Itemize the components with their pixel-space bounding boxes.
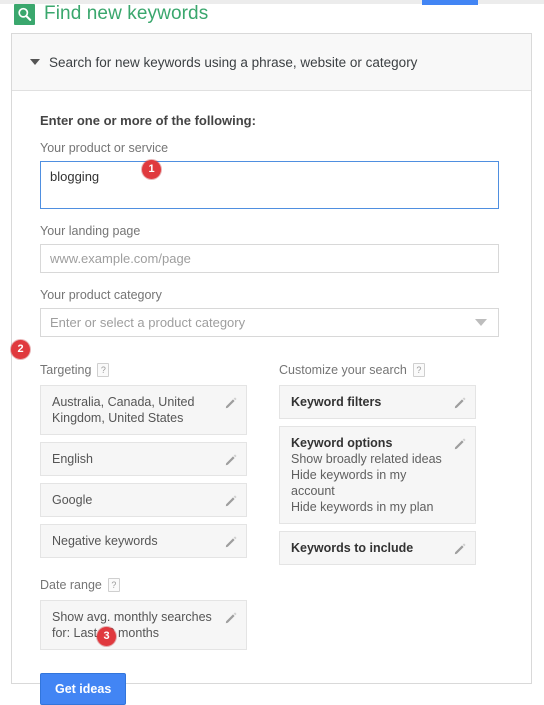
customize-search-column: Customize your search ? Keyword filters … — [279, 362, 476, 657]
date-range-help-icon[interactable]: ? — [107, 578, 120, 592]
landing-page-input[interactable]: www.example.com/page — [40, 244, 499, 273]
panel-header[interactable]: Search for new keywords using a phrase, … — [12, 34, 531, 91]
pencil-icon[interactable] — [453, 395, 467, 409]
pencil-icon[interactable] — [224, 452, 238, 466]
customize-search-heading: Customize your search ? — [279, 362, 476, 378]
keyword-options-label: Keyword options — [291, 436, 393, 450]
targeting-tile-language-label: English — [52, 452, 93, 466]
keywords-to-include-tile[interactable]: Keywords to include — [279, 531, 476, 565]
pencil-icon[interactable] — [224, 395, 238, 409]
keyword-option-hide-in-plan: Hide keywords in my plan — [291, 500, 434, 514]
date-range-title: Date range — [40, 578, 102, 592]
panel-body: Enter one or more of the following: Your… — [12, 91, 531, 705]
targeting-title: Targeting — [40, 363, 92, 377]
keyword-options-tile[interactable]: Keyword options Show broadly related ide… — [279, 426, 476, 524]
form-intro: Enter one or more of the following: — [40, 113, 256, 128]
page-title: Find new keywords — [44, 3, 209, 24]
caret-down-icon[interactable] — [30, 59, 40, 65]
product-category-label: Your product category — [40, 288, 162, 302]
product-or-service-label: Your product or service — [40, 141, 169, 155]
product-category-select[interactable]: Enter or select a product category — [40, 308, 499, 337]
keywords-to-include-label: Keywords to include — [291, 541, 414, 555]
date-range-tile-label: Show avg. monthly searches for: Last 12 … — [52, 610, 212, 640]
annotation-badge-3: 3 — [97, 627, 116, 646]
get-ideas-button[interactable]: Get ideas — [40, 673, 127, 705]
targeting-heading: Targeting ? — [40, 362, 247, 378]
panel-header-label: Search for new keywords using a phrase, … — [49, 54, 418, 70]
targeting-column: Targeting ? Australia, Canada, United Ki… — [40, 362, 247, 657]
pencil-icon[interactable] — [224, 610, 238, 624]
keyword-filters-tile[interactable]: Keyword filters — [279, 385, 476, 419]
page-title-row: Find new keywords — [14, 3, 208, 25]
keyword-option-broadly-related: Show broadly related ideas — [291, 452, 442, 466]
targeting-tile-network-label: Google — [52, 493, 93, 507]
targeting-help-icon[interactable]: ? — [97, 363, 110, 377]
targeting-tile-locations[interactable]: Australia, Canada, United Kingdom, Unite… — [40, 385, 247, 435]
keyword-filters-label: Keyword filters — [291, 395, 382, 409]
targeting-tile-negative-keywords-label: Negative keywords — [52, 534, 158, 548]
date-range-tile[interactable]: Show avg. monthly searches for: Last 12 … — [40, 600, 247, 650]
active-tab-indicator — [422, 0, 478, 5]
landing-page-label: Your landing page — [40, 224, 141, 238]
find-new-keywords-panel: Search for new keywords using a phrase, … — [11, 33, 532, 705]
pencil-icon[interactable] — [453, 541, 467, 555]
targeting-tile-language[interactable]: English — [40, 442, 247, 476]
chevron-down-icon[interactable] — [475, 319, 487, 326]
targeting-tile-network[interactable]: Google — [40, 483, 247, 517]
annotation-badge-2: 2 — [11, 340, 30, 359]
customize-search-title: Customize your search — [279, 363, 407, 377]
actions-row: Get ideas — [40, 673, 503, 705]
targeting-tile-negative-keywords[interactable]: Negative keywords — [40, 524, 247, 558]
keyword-planner-search-icon — [14, 3, 35, 25]
product-category-placeholder: Enter or select a product category — [50, 315, 246, 330]
product-or-service-input[interactable]: blogging — [40, 161, 499, 209]
date-range-heading: Date range ? — [40, 577, 247, 593]
pencil-icon[interactable] — [224, 534, 238, 548]
pencil-icon[interactable] — [224, 493, 238, 507]
keyword-option-hide-in-account: Hide keywords in my account — [291, 468, 407, 498]
annotation-badge-1: 1 — [142, 160, 161, 179]
pencil-icon[interactable] — [453, 436, 467, 450]
customize-search-help-icon[interactable]: ? — [412, 363, 425, 377]
options-columns: Targeting ? Australia, Canada, United Ki… — [40, 362, 503, 657]
targeting-tile-locations-label: Australia, Canada, United Kingdom, Unite… — [52, 395, 195, 425]
